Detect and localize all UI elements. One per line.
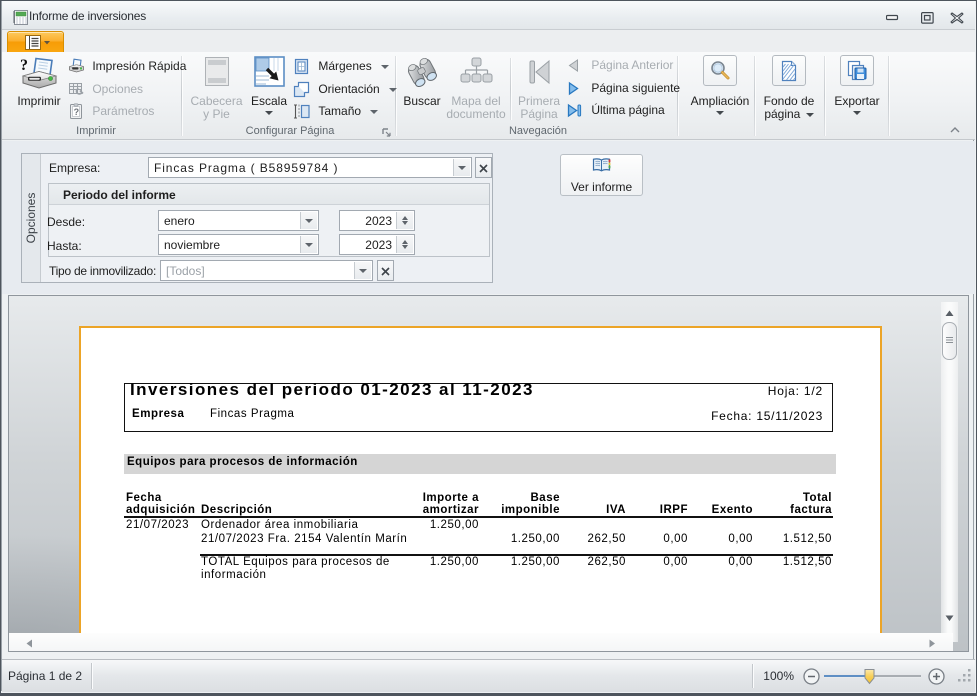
svg-text:?: ? <box>20 57 28 74</box>
svg-text:?: ? <box>74 107 80 117</box>
